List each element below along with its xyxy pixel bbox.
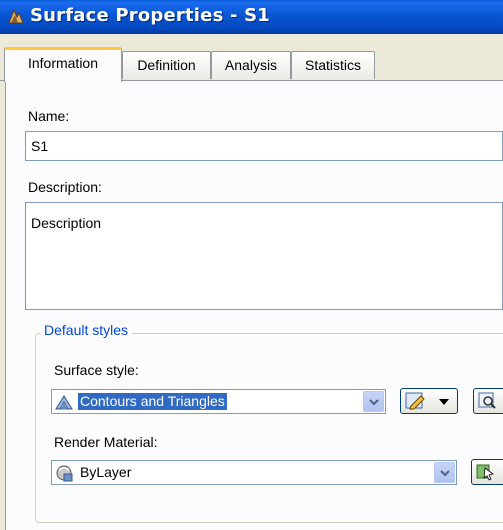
tab-statistics[interactable]: Statistics xyxy=(291,51,375,79)
app-icon xyxy=(8,8,24,24)
preview-style-button[interactable] xyxy=(473,388,503,414)
surface-style-combo[interactable]: Contours and Triangles xyxy=(51,389,386,414)
description-field[interactable]: Description xyxy=(25,202,503,310)
material-browse-icon xyxy=(476,464,494,481)
description-label: Description: xyxy=(28,179,102,195)
render-material-combo[interactable]: ByLayer xyxy=(51,460,457,485)
window-title: Surface Properties - S1 xyxy=(30,5,270,26)
name-label: Name: xyxy=(28,108,70,124)
render-material-icon xyxy=(56,465,73,482)
render-material-label: Render Material: xyxy=(54,434,158,450)
tab-analysis[interactable]: Analysis xyxy=(211,51,291,79)
surface-style-value: Contours and Triangles xyxy=(78,393,227,410)
tab-definition[interactable]: Definition xyxy=(122,51,211,79)
edit-style-button[interactable] xyxy=(400,388,458,414)
surface-style-icon xyxy=(55,395,73,410)
magnifier-icon xyxy=(478,392,496,409)
render-material-value: ByLayer xyxy=(80,464,132,480)
title-bar[interactable]: Surface Properties - S1 xyxy=(0,0,503,34)
tab-information[interactable]: Information xyxy=(4,47,122,82)
name-field[interactable]: S1 xyxy=(25,131,503,161)
select-material-button[interactable] xyxy=(471,459,503,485)
chevron-down-icon xyxy=(369,399,379,406)
chevron-down-icon xyxy=(440,470,450,477)
surface-style-label: Surface style: xyxy=(54,362,139,378)
surface-style-dropdown-button[interactable] xyxy=(363,391,384,412)
default-styles-title: Default styles xyxy=(40,322,133,338)
tab-strip: Information Definition Analysis Statisti… xyxy=(0,34,503,88)
chevron-down-icon xyxy=(439,399,449,405)
render-material-dropdown-button[interactable] xyxy=(434,462,455,483)
edit-style-icon xyxy=(405,392,425,410)
